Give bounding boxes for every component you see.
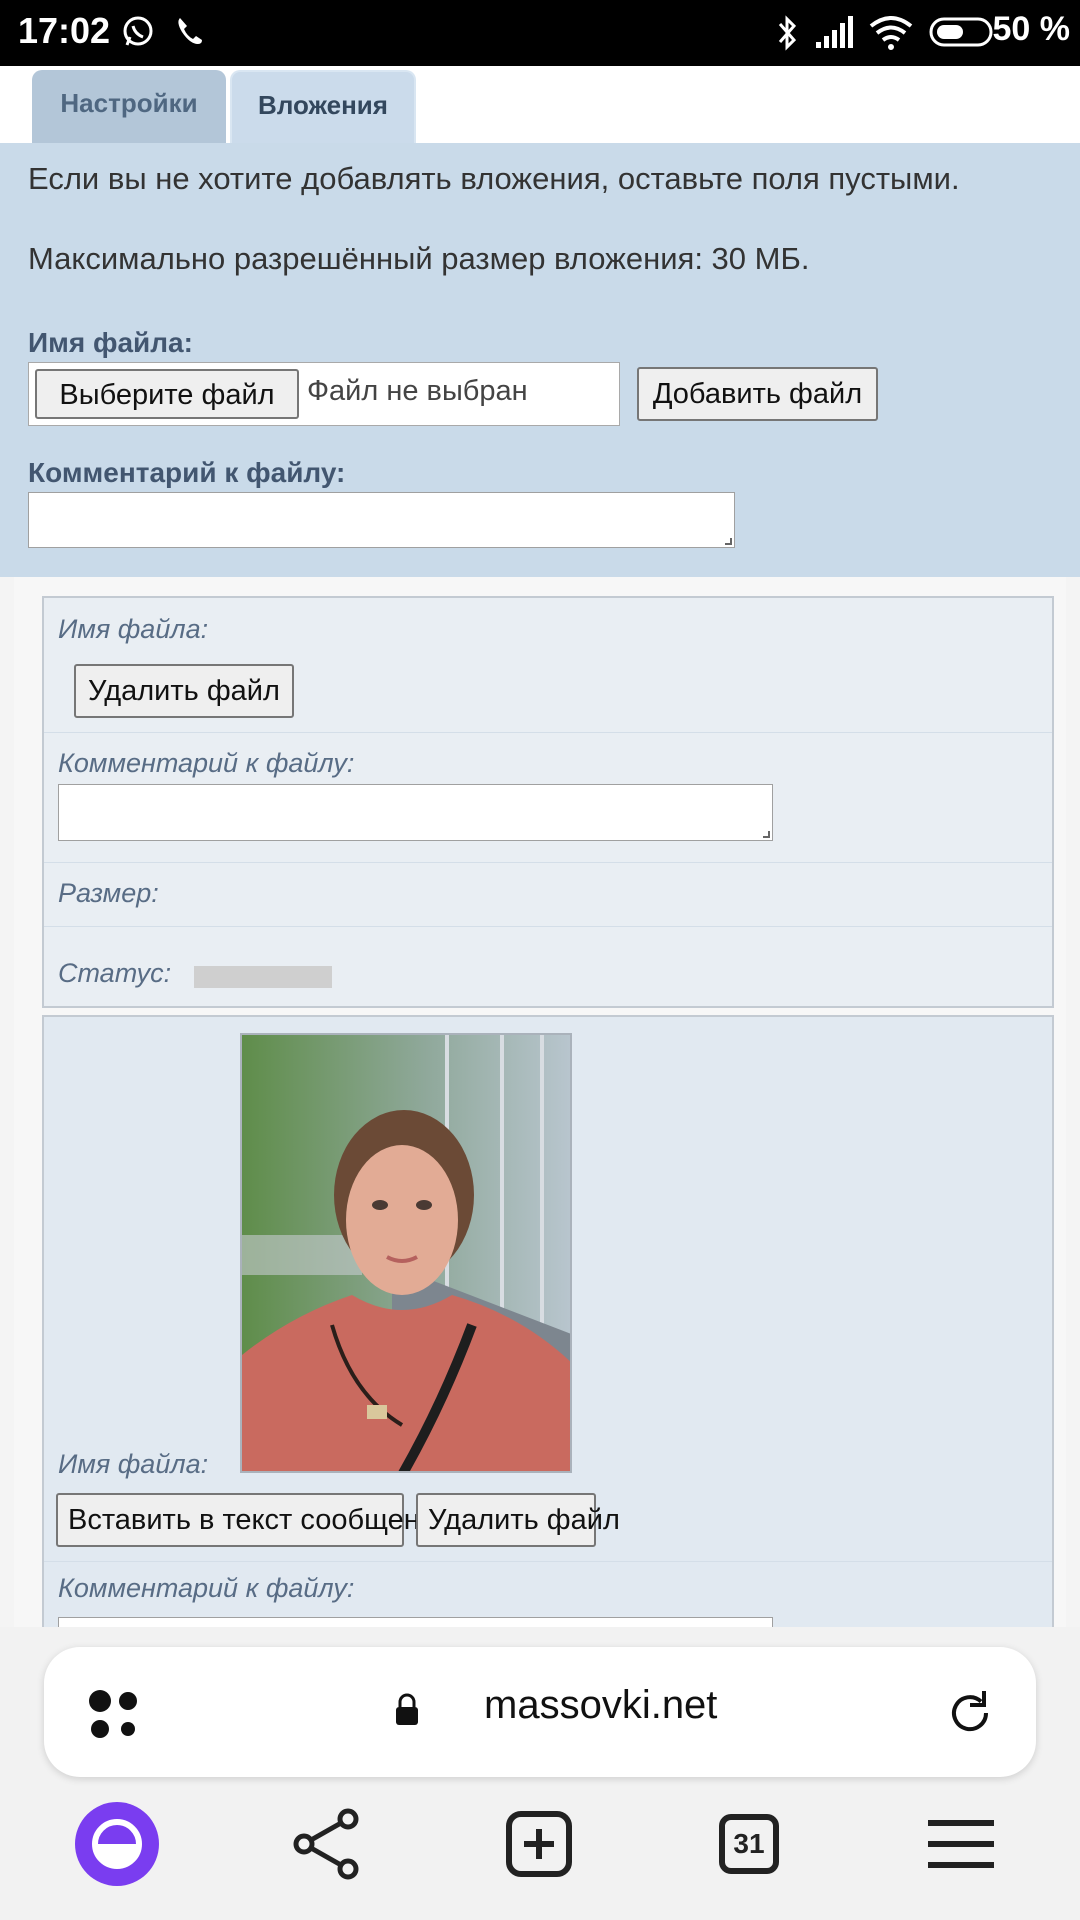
browser-toolbar: massovki.net 31 <box>0 1627 1080 1920</box>
url-text: massovki.net <box>484 1683 718 1727</box>
wifi-icon <box>869 16 913 50</box>
row-divider <box>44 1561 1052 1562</box>
insert-into-message-button[interactable]: Вставить в текст сообщения <box>56 1493 452 1547</box>
row-divider <box>44 926 1052 927</box>
attachment-item: Имя файла: Удалить файл Комментарий к фа… <box>42 596 1054 1008</box>
attachments-list: Имя файла: Удалить файл Комментарий к фа… <box>14 577 1066 1657</box>
comment-label: Комментарий к файлу: <box>58 748 355 778</box>
comment-label: Комментарий к файлу: <box>28 457 346 488</box>
file-status: Файл не выбран <box>307 375 528 407</box>
upload-progress-bar <box>194 966 332 988</box>
attachment-item: Имя файла: Вставить в текст сообщения Уд… <box>42 1015 1054 1657</box>
empty-fields-note: Если вы не хотите добавлять вложения, ос… <box>28 161 960 196</box>
apps-grid-icon[interactable] <box>86 1687 142 1743</box>
filename-label: Имя файла: <box>58 614 209 644</box>
tab-settings[interactable]: Настройки <box>32 70 226 143</box>
size-label: Размер: <box>58 878 159 908</box>
comment-label: Комментарий к файлу: <box>58 1573 355 1603</box>
whatsapp-icon <box>123 16 153 46</box>
status-bar: 17:02 50 % <box>0 0 1080 66</box>
tab-attachments[interactable]: Вложения <box>230 70 416 143</box>
filename-label: Имя файла: <box>58 1449 209 1479</box>
phone-icon <box>178 18 202 44</box>
add-file-button[interactable]: Добавить файл <box>637 367 878 421</box>
delete-file-button[interactable]: Удалить файл <box>416 1493 620 1547</box>
reload-icon[interactable] <box>944 1687 996 1739</box>
clock: 17:02 <box>18 10 111 51</box>
menu-icon[interactable] <box>916 1799 1006 1889</box>
file-input[interactable]: Выберите файл Файл не выбран <box>28 362 620 426</box>
max-size-note: Максимально разрешённый размер вложения:… <box>28 241 810 276</box>
share-icon[interactable] <box>282 1799 372 1889</box>
row-divider <box>44 732 1052 733</box>
signal-icon <box>816 16 853 48</box>
delete-file-button[interactable]: Удалить файл <box>74 664 294 718</box>
tabs-counter-button[interactable]: 31 <box>704 1799 794 1889</box>
attachments-panel: Если вы не хотите добавлять вложения, ос… <box>0 143 1080 577</box>
row-divider <box>44 862 1052 863</box>
status-label: Статус: <box>58 958 172 988</box>
tabs-count: 31 <box>719 1814 779 1874</box>
comment-textarea[interactable] <box>28 492 735 548</box>
new-tab-icon[interactable] <box>494 1799 584 1889</box>
lock-icon <box>396 1693 418 1725</box>
battery-icon <box>929 17 993 47</box>
tabs-bar: Настройки Вложения <box>0 66 1080 143</box>
battery-level: 50 % <box>992 10 1071 48</box>
bluetooth-icon <box>778 15 797 51</box>
comment-textarea[interactable] <box>58 784 773 841</box>
address-bar[interactable]: massovki.net <box>44 1647 1036 1777</box>
filename-label: Имя файла: <box>28 327 193 358</box>
alice-assistant-icon[interactable] <box>72 1799 162 1889</box>
attachment-thumbnail[interactable] <box>240 1033 572 1473</box>
choose-file-button[interactable]: Выберите файл <box>35 369 299 419</box>
